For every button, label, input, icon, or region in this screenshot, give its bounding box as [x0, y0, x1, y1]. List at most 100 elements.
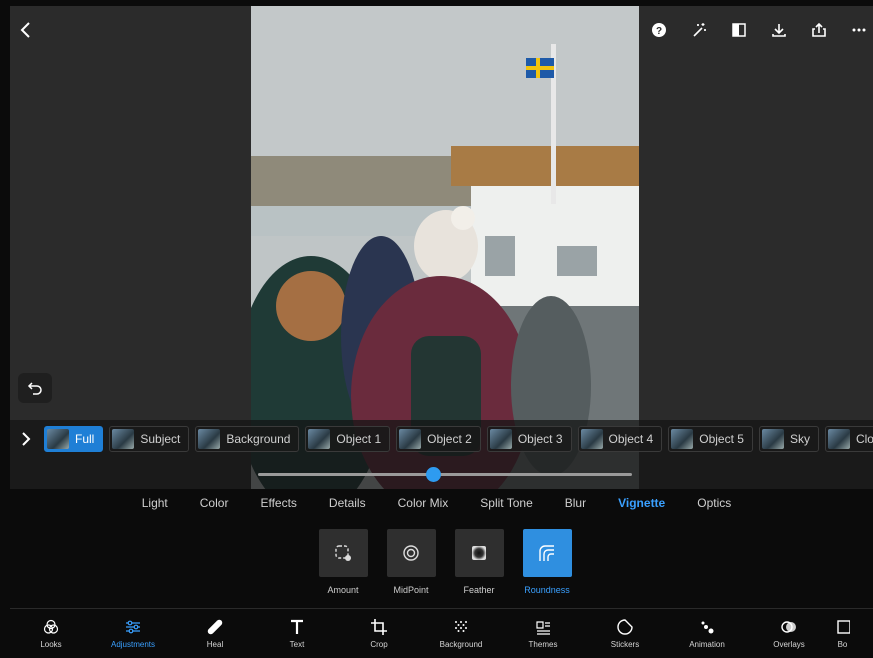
help-icon: ?: [652, 23, 666, 37]
text-icon: [291, 619, 303, 634]
tool-label: Feather: [463, 585, 495, 595]
tab-vignette[interactable]: Vignette: [618, 496, 665, 516]
nav-label: Text: [289, 640, 305, 649]
expand-masks-button[interactable]: [14, 427, 38, 451]
amount-icon: [335, 545, 351, 561]
midpoint-icon: [403, 545, 419, 561]
mask-thumbnail: [761, 429, 784, 449]
nav-animation[interactable]: Animation: [666, 609, 748, 658]
mask-chip-label: Object 1: [336, 432, 382, 446]
mask-chip-object-2[interactable]: Object 2: [396, 426, 481, 452]
nav-crop[interactable]: Crop: [338, 609, 420, 658]
tool-roundness[interactable]: Roundness: [522, 529, 572, 595]
mask-chip-background[interactable]: Background: [195, 426, 300, 452]
compare-button[interactable]: [725, 16, 753, 44]
tool-label: Amount: [327, 585, 359, 595]
mask-thumbnail: [198, 429, 221, 449]
nav-background[interactable]: Background: [420, 609, 502, 658]
undo-icon: [27, 382, 42, 395]
svg-text:?: ?: [656, 26, 662, 37]
tool-amount-button[interactable]: [318, 529, 368, 577]
download-icon: [772, 24, 786, 37]
mask-thumbnail: [580, 429, 603, 449]
slider-area: [10, 458, 873, 489]
stickers-icon: [617, 619, 633, 635]
vignette-slider-thumb[interactable]: [426, 467, 442, 482]
more-icon: [852, 28, 866, 32]
nav-overlays[interactable]: Overlays: [748, 609, 830, 658]
mask-thumbnail: [112, 429, 135, 449]
tab-effects[interactable]: Effects: [260, 496, 296, 516]
nav-label: Overlays: [773, 640, 805, 649]
share-icon: [812, 22, 826, 37]
more-button[interactable]: [845, 16, 873, 44]
mask-chip-full[interactable]: Full: [44, 426, 104, 452]
tab-blur[interactable]: Blur: [565, 496, 586, 516]
animation-icon: [701, 621, 714, 634]
tool-roundness-button[interactable]: [522, 529, 572, 577]
photo-image: [251, 6, 639, 489]
mask-chip-label: Full: [75, 432, 95, 446]
roundness-icon: [539, 545, 554, 561]
tool-midpoint[interactable]: MidPoint: [386, 529, 436, 595]
bottom-navigation: Looks Adjustments Heal Text Crop Backgro…: [10, 608, 873, 658]
nav-label: Heal: [206, 640, 224, 649]
mask-thumbnail: [827, 429, 850, 449]
nav-text[interactable]: Text: [256, 609, 338, 658]
mask-chip-object-4[interactable]: Object 4: [577, 426, 663, 452]
tab-color-mix[interactable]: Color Mix: [398, 496, 449, 516]
mask-chip-object-1[interactable]: Object 1: [305, 426, 391, 452]
vignette-slider-track[interactable]: [258, 467, 632, 482]
mask-thumbnail: [399, 429, 422, 449]
tab-color[interactable]: Color: [200, 496, 229, 516]
auto-enhance-button[interactable]: [685, 16, 713, 44]
nav-adjustments[interactable]: Adjustments: [92, 609, 174, 658]
mask-chip-sky[interactable]: Sky: [758, 426, 819, 452]
tool-feather-button[interactable]: [454, 529, 504, 577]
tool-label: Roundness: [524, 585, 570, 595]
mask-thumbnail: [671, 429, 694, 449]
adjustment-tabs: Light Color Effects Details Color Mix Sp…: [0, 496, 873, 516]
chevron-right-icon: [22, 432, 31, 446]
nav-stickers[interactable]: Stickers: [584, 609, 666, 658]
mask-chip-label: Object 2: [427, 432, 472, 446]
themes-icon: [536, 621, 550, 635]
photo-preview[interactable]: [251, 6, 639, 489]
download-button[interactable]: [765, 16, 793, 44]
mask-chip-clothes[interactable]: Clothes: [824, 426, 873, 452]
tab-optics[interactable]: Optics: [697, 496, 731, 516]
magic-wand-icon: [693, 23, 706, 37]
overlays-icon: [781, 621, 796, 633]
tool-amount[interactable]: Amount: [318, 529, 368, 595]
back-button[interactable]: [12, 16, 40, 44]
nav-looks[interactable]: Looks: [10, 609, 92, 658]
nav-label: Background: [439, 640, 483, 649]
mask-chip-subject[interactable]: Subject: [109, 426, 190, 452]
nav-themes[interactable]: Themes: [502, 609, 584, 658]
nav-label: Stickers: [610, 640, 640, 649]
nav-label: Themes: [528, 640, 558, 649]
nav-borders[interactable]: Bo: [830, 609, 855, 658]
undo-button[interactable]: [18, 373, 52, 403]
nav-heal[interactable]: Heal: [174, 609, 256, 658]
mask-chip-label: Sky: [789, 432, 810, 446]
looks-icon: [43, 619, 59, 634]
tool-midpoint-button[interactable]: [386, 529, 436, 577]
mask-chip-object-5[interactable]: Object 5: [668, 426, 753, 452]
mask-chip-object-3[interactable]: Object 3: [486, 426, 572, 452]
tool-feather[interactable]: Feather: [454, 529, 504, 595]
bandage-icon: [207, 619, 223, 635]
nav-label: Crop: [370, 640, 388, 649]
tab-details[interactable]: Details: [329, 496, 366, 516]
help-button[interactable]: ?: [645, 16, 673, 44]
background-icon: [455, 621, 467, 632]
nav-label: Adjustments: [110, 640, 156, 649]
mask-chip-label: Background: [226, 432, 291, 446]
mask-thumbnail: [47, 429, 69, 449]
nav-label: Bo: [837, 640, 848, 649]
borders-icon: [836, 620, 850, 634]
mask-selector-strip: Full Subject Background Object 1 Object …: [10, 420, 873, 458]
tab-light[interactable]: Light: [142, 496, 168, 516]
share-button[interactable]: [805, 16, 833, 44]
tab-split-tone[interactable]: Split Tone: [480, 496, 532, 516]
